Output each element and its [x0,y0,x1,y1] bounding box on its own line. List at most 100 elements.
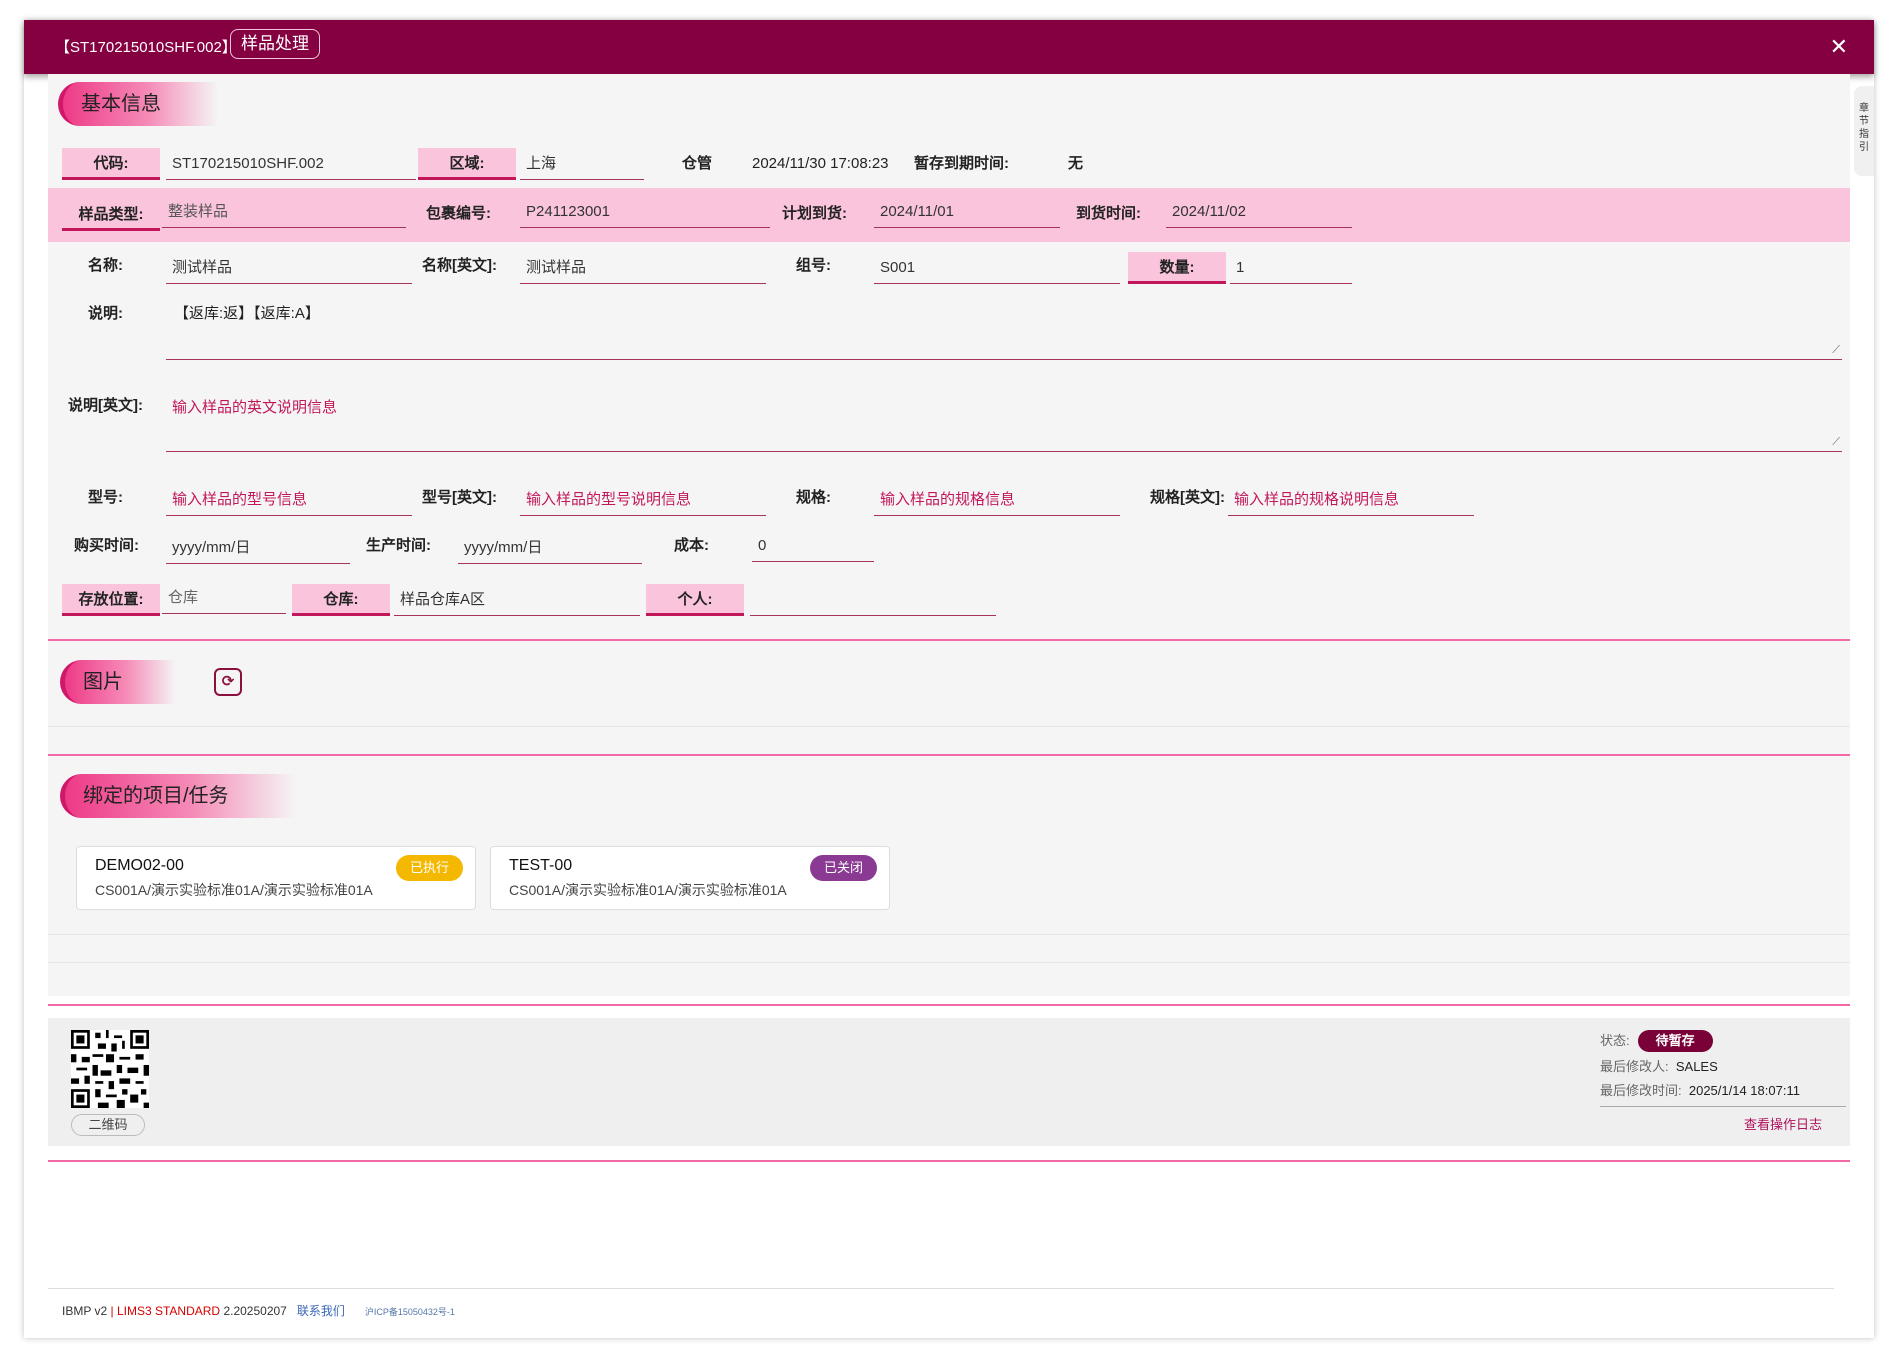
group-field[interactable]: S001 [874,252,1120,284]
section-guide-tab[interactable]: 章节指引 [1854,86,1874,176]
dialog-content: 基本信息 代码: ST170215010SHF.002 区域: 上海 仓管 20… [48,74,1850,996]
task-desc: CS001A/演示实验标准01A/演示实验标准01A [509,882,787,898]
sample-type-label: 样品类型: [62,199,160,231]
resize-handle-icon[interactable]: ⟋ [1832,436,1840,449]
dialog-titlebar: 【ST170215010SHF.002】 样品处理 ✕ [24,20,1874,74]
section-title-basic: 基本信息 [58,82,218,126]
group-label: 组号: [796,257,831,274]
created-datetime: 2024/11/30 17:08:23 [752,155,889,172]
qr-code-label[interactable]: 二维码 [71,1114,145,1136]
mode-badge: 样品处理 [230,29,320,59]
spec-en-field[interactable]: 输入样品的规格说明信息 [1228,484,1474,516]
app-footer: IBMP v2 | LIMS3 STANDARD 2.20250207 联系我们… [62,1302,455,1319]
modifier-value: SALES [1675,1059,1718,1074]
temp-expire-label: 暂存到期时间: [914,155,1009,172]
desc-en-label: 说明[英文]: [68,397,143,414]
sample-code-title: 【ST170215010SHF.002】 [55,39,237,56]
divider [48,754,1850,756]
task-desc: CS001A/演示实验标准01A/演示实验标准01A [95,882,373,898]
package-no-field[interactable]: P241123001 [520,196,770,228]
modified-time-row: 最后修改时间: 2025/1/14 18:07:11 [1600,1080,1800,1099]
status-badge: 已执行 [395,855,463,881]
name-en-field[interactable]: 测试样品 [520,252,766,284]
status-label: 状态: [1600,1033,1630,1048]
divider [48,962,1850,963]
desc-en-textarea[interactable]: 输入样品的英文说明信息 ⟋ [166,390,1842,452]
section-title-images: 图片 [60,660,176,704]
desc-en-placeholder: 输入样品的英文说明信息 [172,399,338,416]
qr-code-icon [71,1030,149,1108]
modifier-row: 最后修改人: SALES [1600,1056,1718,1075]
temp-expire-value: 无 [1068,155,1084,172]
task-name: DEMO02-00 [95,857,184,874]
app-name: IBMP v2 [62,1304,108,1318]
desc-label: 说明: [88,305,123,322]
personal-field[interactable] [750,584,996,616]
divider [1600,1106,1846,1107]
divider [48,1004,1850,1006]
region-field[interactable]: 上海 [520,148,644,180]
close-icon[interactable]: ✕ [1830,34,1848,60]
name-en-label: 名称[英文]: [422,257,497,274]
status-badge: 待暂存 [1637,1030,1713,1052]
spec-label: 规格: [796,489,831,506]
divider [48,726,1850,727]
purchase-time-label: 购买时间: [74,537,139,554]
product-name: LIMS3 STANDARD [116,1304,221,1318]
bound-task-card[interactable]: TEST-00 CS001A/演示实验标准01A/演示实验标准01A 已关闭 [490,846,890,910]
model-en-label: 型号[英文]: [422,489,497,506]
model-en-field[interactable]: 输入样品的型号说明信息 [520,484,766,516]
region-label: 区域: [418,148,516,180]
arrival-time-field[interactable]: 2024/11/02 [1166,196,1352,228]
code-label: 代码: [62,148,160,180]
production-time-field[interactable]: yyyy/mm/日 [458,532,642,564]
purchase-time-field[interactable]: yyyy/mm/日 [166,532,350,564]
personal-label: 个人: [646,584,744,616]
task-name: TEST-00 [509,857,573,874]
bound-task-card[interactable]: DEMO02-00 CS001A/演示实验标准01A/演示实验标准01A 已执行 [76,846,476,910]
arrival-time-label: 到货时间: [1076,205,1141,222]
divider [48,934,1850,935]
divider [48,1288,1834,1289]
spec-en-label: 规格[英文]: [1150,489,1225,506]
desc-textarea[interactable]: 【返库:返】【返库:A】 ⟋ [166,298,1842,360]
modified-time-label: 最后修改时间: [1600,1083,1682,1098]
divider [48,639,1850,641]
spec-field[interactable]: 输入样品的规格信息 [874,484,1120,516]
status-badge: 已关闭 [809,855,877,881]
section-guide-label: 章节指引 [1859,103,1869,153]
record-footer: 二维码 状态: 待暂存 最后修改人: SALES 最后修改时间: 2025/1/1… [48,1018,1850,1146]
sample-type-field[interactable]: 整装样品 [162,196,406,228]
desc-text: 【返库:返】【返库:A】 [174,305,320,322]
code-field[interactable]: ST170215010SHF.002 [166,148,416,180]
view-log-link[interactable]: 查看操作日志 [1744,1114,1822,1133]
storage-field[interactable]: 仓库 [162,582,286,614]
separator: | [110,1304,114,1318]
modifier-label: 最后修改人: [1600,1059,1669,1074]
status-row: 状态: 待暂存 [1600,1030,1713,1052]
divider [48,1160,1850,1162]
warehouse-field[interactable]: 样品仓库A区 [394,584,640,616]
storage-label: 存放位置: [62,584,160,616]
name-field[interactable]: 测试样品 [166,252,412,284]
qty-field[interactable]: 1 [1230,252,1352,284]
name-label: 名称: [88,257,123,274]
section-title-bound: 绑定的项目/任务 [60,774,296,818]
resize-handle-icon[interactable]: ⟋ [1832,344,1840,357]
cost-field[interactable]: 0 [752,530,874,562]
icp-link[interactable]: 沪ICP备15050432号-1 [365,1307,455,1317]
model-field[interactable]: 输入样品的型号信息 [166,484,412,516]
sample-dialog: 【ST170215010SHF.002】 样品处理 ✕ 章节指引 基本信息 代码… [24,20,1874,1338]
package-no-label: 包裹编号: [426,205,491,222]
planned-arrival-label: 计划到货: [782,205,847,222]
warehouse-label: 仓库: [292,584,390,616]
production-time-label: 生产时间: [366,537,431,554]
modified-time-value: 2025/1/14 18:07:11 [1688,1083,1800,1098]
contact-link[interactable]: 联系我们 [297,1304,345,1318]
refresh-icon[interactable]: ⟳ [214,668,242,696]
cost-label: 成本: [674,537,709,554]
warehouse-manager-label: 仓管 [682,155,713,172]
qty-label: 数量: [1128,252,1226,284]
planned-arrival-field[interactable]: 2024/11/01 [874,196,1060,228]
version: 2.20250207 [223,1304,287,1318]
